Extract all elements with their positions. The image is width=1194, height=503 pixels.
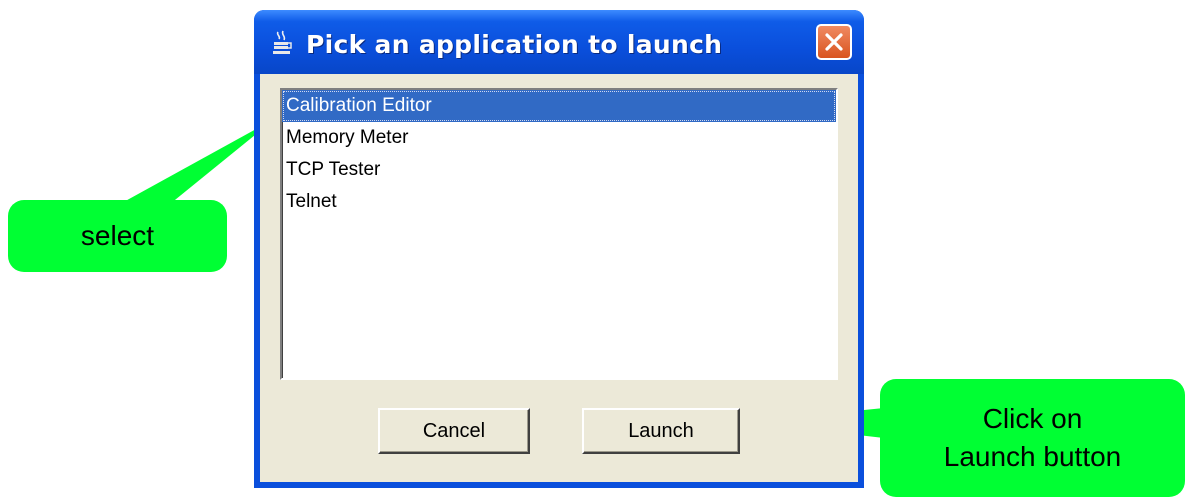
application-list[interactable]: Calibration Editor Memory Meter TCP Test… — [280, 88, 838, 380]
launch-callout-line1: Click on — [982, 403, 1083, 434]
list-item-calibration-editor[interactable]: Calibration Editor — [282, 90, 836, 122]
launch-button[interactable]: Launch — [582, 408, 740, 454]
launch-callout: Click on Launch button — [880, 379, 1185, 497]
close-x-icon — [825, 33, 843, 51]
java-cup-icon — [273, 30, 292, 54]
list-item-telnet[interactable]: Telnet — [282, 186, 836, 218]
cancel-button[interactable]: Cancel — [378, 408, 530, 454]
launch-dialog: Pick an application to launch Calibratio… — [254, 10, 864, 488]
list-item-tcp-tester[interactable]: TCP Tester — [282, 154, 836, 186]
title-bar: Pick an application to launch — [254, 10, 864, 74]
dialog-body: Calibration Editor Memory Meter TCP Test… — [260, 74, 858, 482]
select-callout-pointer — [120, 118, 276, 204]
launch-callout-line2: Launch button — [943, 441, 1122, 472]
select-callout: select — [8, 200, 227, 272]
select-callout-text: select — [80, 220, 155, 251]
close-button[interactable] — [816, 24, 852, 60]
list-item-memory-meter[interactable]: Memory Meter — [282, 122, 836, 154]
dialog-title: Pick an application to launch — [306, 30, 723, 59]
